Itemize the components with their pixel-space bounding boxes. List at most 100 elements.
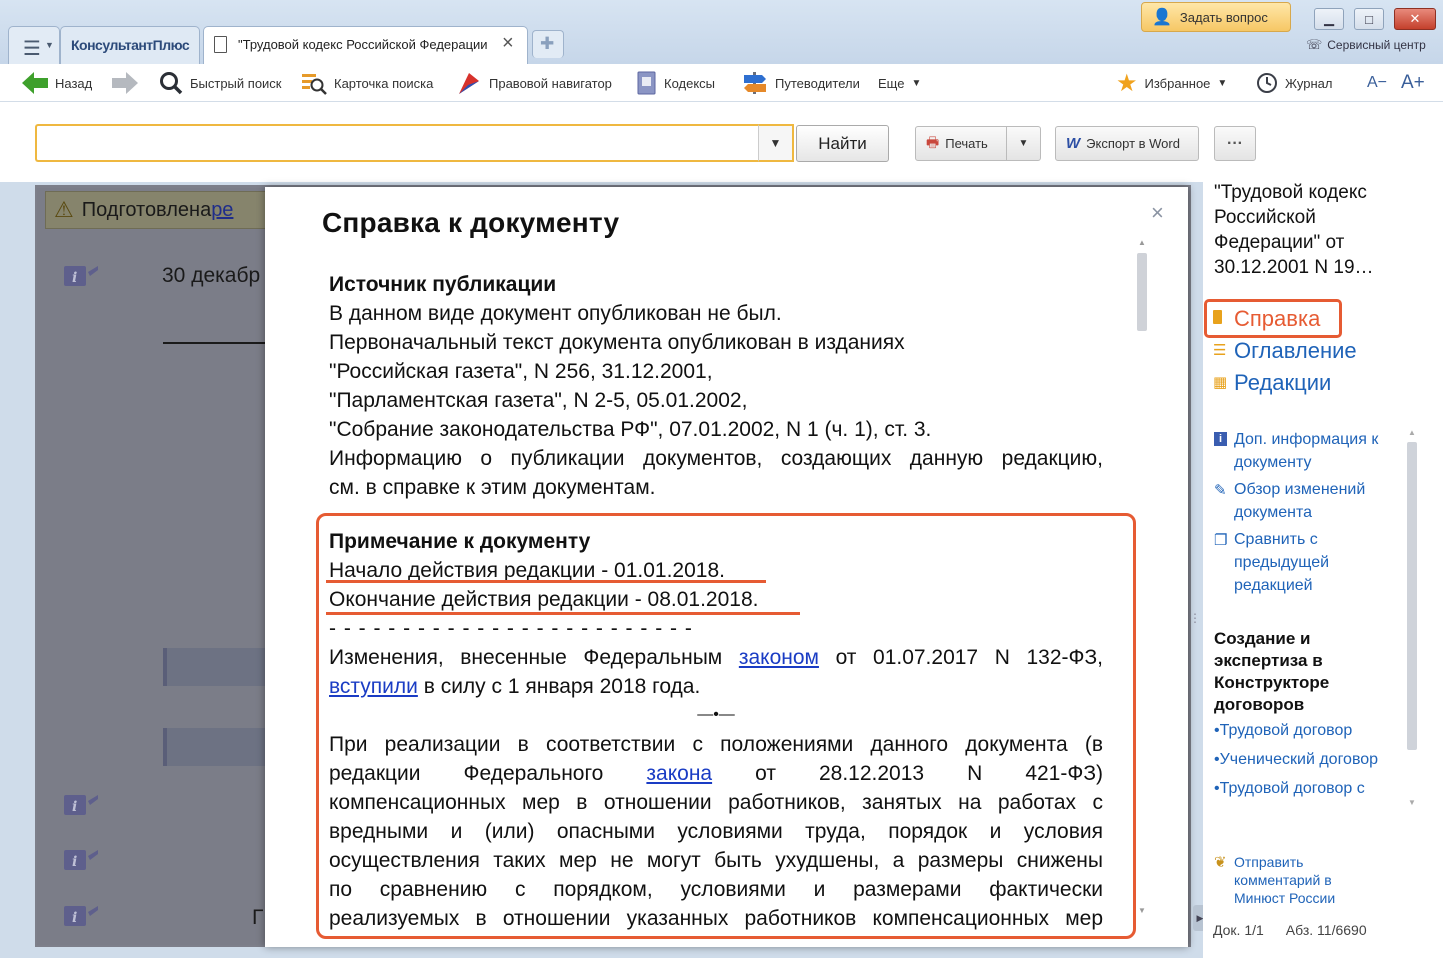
right-sublink-compare[interactable]: Сравнить с предыдущей редакцией [1234, 528, 1404, 597]
source-line: "Собрание законодательства РФ", 07.01.20… [329, 418, 932, 441]
user-question-icon: 👤 [1152, 9, 1172, 26]
document-tab[interactable]: "Трудовой кодекс Российской Федерации" о… [203, 26, 528, 64]
warning-link[interactable]: ре [211, 199, 233, 222]
paragraph-line: осуществления таких мер не могут быть ух… [329, 849, 1103, 872]
brand-tab[interactable]: КонсультантПлюс [60, 26, 200, 64]
print-label: Печать [945, 136, 988, 151]
minimize-button[interactable]: ▁ [1314, 8, 1344, 30]
document-icon [214, 36, 227, 53]
paragraph-line: по сравнению с порядком, условиями и раз… [329, 878, 1103, 901]
emblem-icon: ❦ [1214, 854, 1227, 871]
source-line: "Парламентская газета", N 2-5, 05.01.200… [329, 389, 748, 412]
svg-text:i: i [72, 910, 77, 926]
law-421-link[interactable]: закона [646, 762, 712, 785]
entered-force-link[interactable]: вступили [329, 675, 418, 698]
back-label: Назад [55, 75, 93, 91]
info-note-icon[interactable]: i [64, 848, 100, 872]
service-icon: ☏ [1306, 37, 1323, 52]
maximize-button[interactable]: □ [1354, 8, 1384, 30]
chevron-down-icon: ▼ [769, 136, 782, 150]
codes-button[interactable]: Кодексы [637, 64, 715, 102]
export-word-button[interactable]: W Экспорт в Word [1055, 126, 1199, 161]
service-center-link[interactable]: ☏ Сервисный центр [1306, 37, 1426, 53]
paragraph-text: от 28.12.2013 N 421-ФЗ) [712, 762, 1104, 785]
document-block [163, 648, 267, 686]
right-sublink-extra-info[interactable]: Доп. информация к документу [1234, 428, 1404, 474]
paragraph-line: При реализации в соответствии с положени… [329, 733, 1103, 756]
changes-text: от 01.07.2017 N 132-ФЗ, [818, 646, 1103, 669]
close-icon: ✕ [1409, 11, 1421, 26]
source-heading: Источник публикации [329, 273, 557, 296]
contract-link[interactable]: •Ученический договор [1214, 751, 1378, 769]
warning-banner: ⚠ Подготовлена ре [45, 191, 267, 229]
more-dots-icon: ··· [1227, 134, 1243, 152]
legal-navigator-label: Правовой навигатор [489, 75, 612, 91]
more-menu-button[interactable]: Еще ▼ [878, 64, 921, 102]
status-doc-counter: Док. 1/1 [1213, 922, 1264, 938]
print-options-dropdown[interactable]: ▼ [1006, 127, 1040, 160]
svg-text:i: i [72, 799, 77, 815]
ask-question-button[interactable]: 👤 Задать вопрос [1141, 2, 1291, 32]
dialog-close-icon[interactable]: × [1151, 200, 1164, 226]
favorites-button[interactable]: ★ Избранное ▼ [1116, 64, 1227, 102]
warning-text: Подготовлена [81, 198, 212, 221]
info-note-icon[interactable]: i [64, 793, 100, 817]
contract-link[interactable]: •Трудовой договор [1214, 722, 1352, 740]
right-link-contents[interactable]: Оглавление [1234, 338, 1357, 364]
warning-icon: ⚠ [54, 197, 74, 222]
legal-navigator-button[interactable]: Правовой навигатор [456, 64, 612, 102]
close-window-button[interactable]: ✕ [1394, 8, 1436, 30]
constructor-heading: Создание и экспертиза в Конструкторе дог… [1214, 629, 1330, 714]
info-note-icon[interactable]: i [64, 264, 100, 288]
print-button[interactable]: 🖶 Печать ▼ [915, 126, 1041, 161]
search-input[interactable] [35, 124, 758, 162]
dialog-scroll-thumb[interactable] [1137, 253, 1147, 331]
contract-link[interactable]: •Трудовой договор с [1214, 780, 1365, 798]
guides-button[interactable]: Путеводители [742, 64, 860, 102]
find-label: Найти [818, 133, 867, 153]
more-label: Еще [878, 75, 905, 91]
font-decrease-label: A− [1367, 74, 1388, 91]
calendar-icon: ▦ [1213, 374, 1228, 391]
dialog-scrollbar[interactable]: ▲ ▼ [1135, 238, 1149, 918]
info-note-icon[interactable]: i [64, 904, 100, 928]
font-decrease-button[interactable]: A− [1367, 64, 1387, 102]
quick-search-button[interactable]: Быстрый поиск [159, 64, 282, 102]
right-panel-scroll-thumb[interactable] [1407, 442, 1417, 750]
printer-icon: 🖶 [926, 133, 940, 150]
right-link-reference[interactable]: Справка [1234, 306, 1320, 332]
law-link[interactable]: законом [739, 646, 819, 669]
scroll-up-icon[interactable]: ▲ [1138, 238, 1146, 247]
font-increase-button[interactable]: A+ [1401, 64, 1425, 102]
search-card-button[interactable]: Карточка поиска [301, 64, 433, 102]
font-increase-label: A+ [1401, 72, 1425, 93]
scroll-down-icon[interactable]: ▼ [1138, 906, 1146, 915]
book-icon [637, 71, 656, 95]
contract-link-label: Ученический договор [1219, 751, 1379, 768]
scroll-up-icon[interactable]: ▲ [1408, 428, 1416, 437]
forward-button[interactable] [112, 64, 138, 102]
close-tab-icon[interactable]: × [502, 32, 514, 55]
arrow-left-icon [22, 72, 48, 94]
document-heading-fragment: Г [252, 906, 264, 929]
back-button[interactable]: Назад [22, 64, 92, 102]
changes-text: Изменения, внесенные Федеральным [329, 646, 739, 669]
panel-splitter[interactable]: ⋮ [1189, 612, 1201, 624]
find-button[interactable]: Найти [796, 125, 889, 162]
more-actions-button[interactable]: ··· [1214, 126, 1256, 161]
signpost-icon [744, 72, 766, 94]
scroll-down-icon[interactable]: ▼ [1408, 798, 1416, 807]
search-card-label: Карточка поиска [334, 75, 434, 91]
right-link-editions[interactable]: Редакции [1234, 370, 1331, 396]
search-history-dropdown[interactable]: ▼ [758, 124, 794, 162]
favorites-label: Избранное [1144, 75, 1211, 91]
journal-button[interactable]: Журнал [1256, 64, 1332, 102]
main-menu-button[interactable]: ☰ ▼ [8, 26, 60, 64]
right-sublink-changes-review[interactable]: Обзор изменений документа [1234, 478, 1404, 524]
status-paragraph-counter: Абз. 11/6690 [1285, 922, 1367, 938]
right-panel-doc-title: "Трудовой кодекс Российской Федерации" о… [1214, 182, 1374, 278]
send-comment-minjust-link[interactable]: Отправить комментарий в Минюст России [1234, 853, 1374, 907]
ask-question-label: Задать вопрос [1179, 9, 1268, 25]
new-tab-button[interactable]: ✚ [532, 30, 564, 58]
minimize-icon: ▁ [1324, 11, 1334, 26]
